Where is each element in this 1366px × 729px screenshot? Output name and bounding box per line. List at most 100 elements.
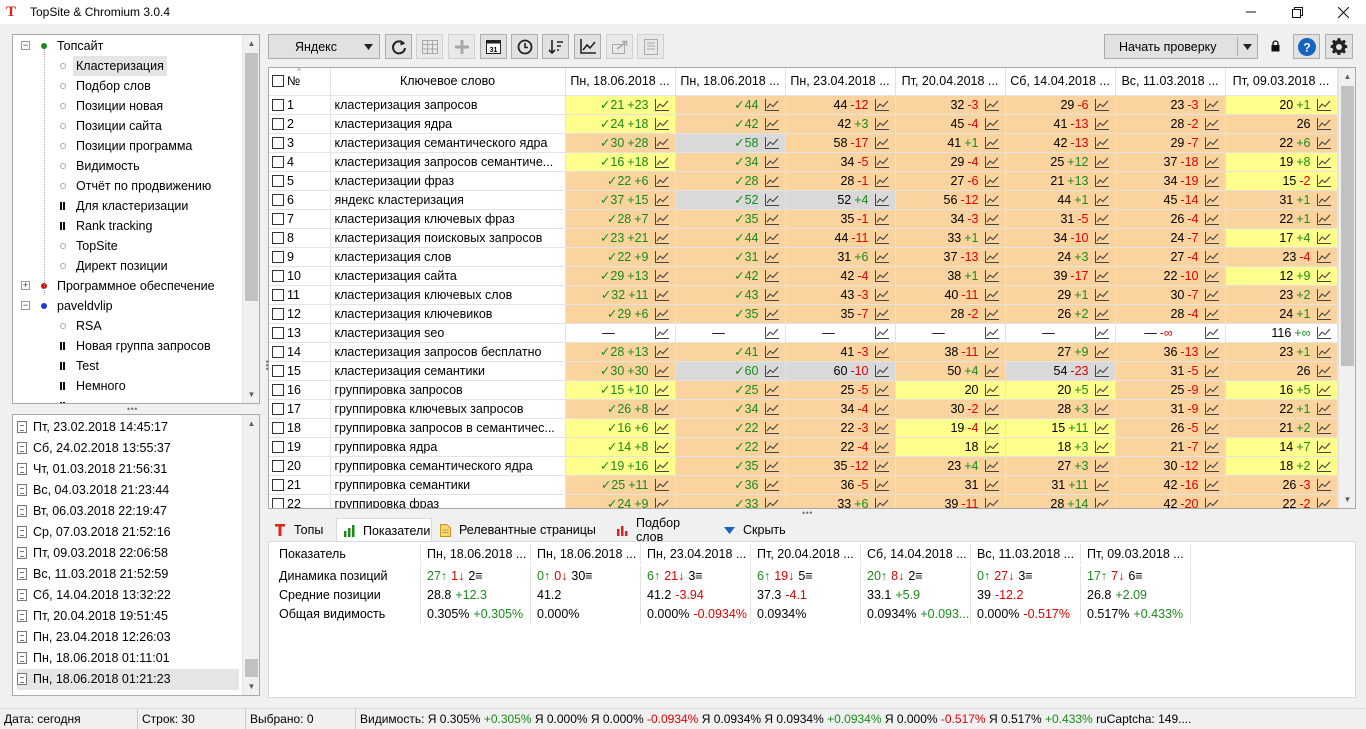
row-checkbox[interactable] <box>272 193 284 206</box>
position-chart-icon[interactable] <box>984 440 999 456</box>
position-chart-icon[interactable] <box>764 383 779 399</box>
position-chart-icon[interactable] <box>764 136 779 152</box>
position-chart-icon[interactable] <box>1204 440 1219 456</box>
tree-item[interactable]: Отчёт по продвижению <box>13 176 243 196</box>
history-scrollbar[interactable]: ▲ ▼ <box>242 415 259 695</box>
position-chart-icon[interactable] <box>984 212 999 228</box>
tree-item[interactable]: Подбор слов <box>13 76 243 96</box>
collapse-icon[interactable]: − <box>21 41 30 50</box>
position-chart-icon[interactable] <box>764 402 779 418</box>
position-chart-icon[interactable] <box>654 136 669 152</box>
position-chart-icon[interactable] <box>874 98 889 114</box>
position-chart-icon[interactable] <box>654 231 669 247</box>
position-chart-icon[interactable] <box>984 497 999 508</box>
row-checkbox[interactable] <box>272 174 284 187</box>
table-row[interactable]: 16 группировка запросов ✓15 +10 ✓25 25 -5 20 20 +… <box>269 380 1338 400</box>
position-chart-icon[interactable] <box>874 136 889 152</box>
position-chart-icon[interactable] <box>984 345 999 361</box>
position-chart-icon[interactable] <box>654 364 669 380</box>
position-chart-icon[interactable] <box>984 250 999 266</box>
position-chart-icon[interactable] <box>764 117 779 133</box>
position-chart-icon[interactable] <box>1316 364 1331 380</box>
scroll-thumb[interactable] <box>245 659 258 677</box>
position-chart-icon[interactable] <box>1316 212 1331 228</box>
position-chart-icon[interactable] <box>654 440 669 456</box>
position-chart-icon[interactable] <box>984 98 999 114</box>
position-chart-icon[interactable] <box>764 364 779 380</box>
position-chart-icon[interactable] <box>764 231 779 247</box>
position-chart-icon[interactable] <box>1094 478 1109 494</box>
tree-item[interactable]: − Топсайт <box>13 36 243 56</box>
table-row[interactable]: 18 группировка запросов в семантичес... ✓1… <box>269 418 1338 438</box>
start-check-button[interactable]: Начать проверку <box>1104 34 1258 59</box>
position-chart-icon[interactable] <box>874 117 889 133</box>
history-item[interactable]: Пн, 23.04.2018 12:26:03 <box>17 627 239 648</box>
row-checkbox[interactable] <box>272 402 284 415</box>
report-button[interactable] <box>637 34 664 59</box>
position-chart-icon[interactable] <box>764 155 779 171</box>
position-chart-icon[interactable] <box>764 459 779 475</box>
table-row[interactable]: 8 кластеризация поисковых запросов ✓23 +21 ✓… <box>269 228 1338 248</box>
tree-item[interactable]: Кластеризация <box>13 56 243 76</box>
close-button[interactable] <box>1320 0 1366 24</box>
position-chart-icon[interactable] <box>764 250 779 266</box>
position-chart-icon[interactable] <box>1094 459 1109 475</box>
row-checkbox[interactable] <box>272 421 284 434</box>
position-chart-icon[interactable] <box>984 155 999 171</box>
position-chart-icon[interactable] <box>1094 421 1109 437</box>
position-chart-icon[interactable] <box>654 98 669 114</box>
tree-item[interactable]: Test <box>13 356 243 376</box>
position-chart-icon[interactable] <box>764 98 779 114</box>
position-chart-icon[interactable] <box>874 250 889 266</box>
position-chart-icon[interactable] <box>874 364 889 380</box>
position-chart-icon[interactable] <box>874 155 889 171</box>
lock-icon[interactable] <box>1271 40 1280 55</box>
position-chart-icon[interactable] <box>764 307 779 323</box>
splitter-handle[interactable]: • • • <box>802 508 813 518</box>
column-header[interactable]: Пт, 20.04.2018 ... <box>895 68 1006 96</box>
tree-item[interactable]: Позиции программа <box>13 136 243 156</box>
row-checkbox[interactable] <box>272 459 284 472</box>
position-chart-icon[interactable] <box>764 269 779 285</box>
position-chart-icon[interactable] <box>654 459 669 475</box>
row-checkbox[interactable] <box>272 98 284 111</box>
row-checkbox[interactable] <box>272 136 284 149</box>
tree-item[interactable]: Позиции сайта <box>13 116 243 136</box>
position-chart-icon[interactable] <box>1204 288 1219 304</box>
position-chart-icon[interactable] <box>1094 497 1109 508</box>
table-row[interactable]: 19 группировка ядра ✓14 +8 ✓22 22 -4 18 18 +3 21 -7… <box>269 437 1338 457</box>
table-row[interactable]: 20 группировка семантического ядра ✓19 +16 ✓… <box>269 456 1338 476</box>
table-row[interactable]: 7 кластеризация ключевых фраз ✓28 +7 ✓35 35 -1… <box>269 209 1338 229</box>
tree-item[interactable]: Видимость <box>13 156 243 176</box>
position-chart-icon[interactable] <box>654 478 669 494</box>
position-chart-icon[interactable] <box>764 345 779 361</box>
position-chart-icon[interactable] <box>984 478 999 494</box>
position-chart-icon[interactable] <box>654 117 669 133</box>
help-button[interactable]: ? <box>1293 34 1320 59</box>
position-chart-icon[interactable] <box>1316 288 1331 304</box>
position-chart-icon[interactable] <box>984 421 999 437</box>
sort-button[interactable] <box>542 34 569 59</box>
history-item[interactable]: Чт, 01.03.2018 21:56:31 <box>17 459 239 480</box>
calendar-button[interactable]: 31 <box>480 34 507 59</box>
position-chart-icon[interactable] <box>764 288 779 304</box>
position-chart-icon[interactable] <box>1204 364 1219 380</box>
collapse-icon[interactable]: − <box>21 301 30 310</box>
position-chart-icon[interactable] <box>984 364 999 380</box>
position-chart-icon[interactable] <box>1204 174 1219 190</box>
minimize-button[interactable] <box>1228 0 1274 24</box>
scroll-thumb[interactable] <box>1341 86 1354 366</box>
position-chart-icon[interactable] <box>1316 497 1331 508</box>
history-item[interactable]: Сб, 24.02.2018 13:55:37 <box>17 438 239 459</box>
position-chart-icon[interactable] <box>1094 231 1109 247</box>
position-chart-icon[interactable] <box>874 383 889 399</box>
position-chart-icon[interactable] <box>984 288 999 304</box>
table-row[interactable]: 21 группировка семантики ✓25 +11 ✓36 36 -5 31 31… <box>269 475 1338 495</box>
row-checkbox[interactable] <box>272 478 284 491</box>
position-chart-icon[interactable] <box>1204 231 1219 247</box>
position-chart-icon[interactable] <box>1094 269 1109 285</box>
row-checkbox[interactable] <box>272 250 284 263</box>
column-header[interactable]: Пн, 18.06.2018 ... <box>675 68 786 96</box>
history-item[interactable]: Пн, 18.06.2018 01:21:23 <box>17 669 239 690</box>
row-checkbox[interactable] <box>272 117 284 130</box>
